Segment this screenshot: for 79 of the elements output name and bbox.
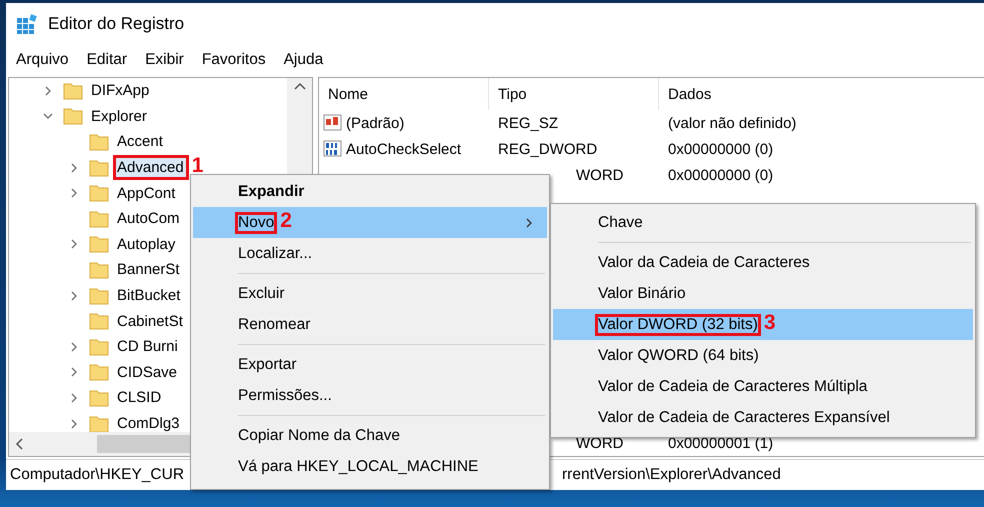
folder-icon bbox=[89, 362, 109, 382]
scroll-up-icon[interactable] bbox=[294, 82, 306, 92]
window-title: Editor do Registro bbox=[48, 14, 184, 34]
step-number: 2 bbox=[280, 209, 292, 230]
tree-item[interactable]: CLSID bbox=[115, 387, 164, 408]
binary-value-icon bbox=[323, 139, 343, 159]
value-name: (Padrão) bbox=[346, 114, 404, 132]
folder-icon bbox=[89, 208, 109, 229]
column-header[interactable]: Nome bbox=[328, 86, 368, 102]
submenu-item[interactable]: Valor Binário bbox=[553, 278, 973, 309]
folder-icon bbox=[89, 260, 109, 280]
tree-item[interactable]: ComDlg3 bbox=[115, 413, 182, 432]
folder-icon bbox=[89, 311, 109, 332]
tree-item[interactable]: CD Burni bbox=[115, 336, 180, 358]
registry-app-icon bbox=[16, 13, 38, 35]
tree-item[interactable]: Accent bbox=[115, 131, 165, 152]
expand-chevron-icon[interactable] bbox=[69, 342, 79, 352]
folder-icon bbox=[89, 336, 109, 357]
menu-bar-item[interactable]: Ajuda bbox=[278, 51, 330, 69]
submenu-item[interactable]: Valor DWORD (32 bits) 3 bbox=[553, 309, 973, 340]
menu-bar-item[interactable]: Editar bbox=[80, 51, 134, 69]
submenu-item[interactable]: Valor de Cadeia de Caracteres Expansível bbox=[553, 402, 973, 433]
value-type: WORD bbox=[576, 166, 624, 184]
collapse-chevron-icon[interactable] bbox=[43, 111, 53, 122]
folder-icon bbox=[89, 158, 109, 178]
expand-chevron-icon[interactable] bbox=[69, 188, 79, 198]
tree-item[interactable]: Autoplay bbox=[115, 234, 178, 255]
expand-chevron-icon[interactable] bbox=[69, 290, 79, 301]
highlight-frame bbox=[235, 212, 278, 234]
folder-icon bbox=[89, 132, 109, 152]
status-path: rrentVersion\Explorer\Advanced bbox=[561, 466, 781, 484]
folder-icon bbox=[63, 80, 83, 101]
context-menu-item[interactable]: Excluir bbox=[193, 278, 547, 309]
tree-item[interactable]: CIDSave bbox=[115, 362, 180, 383]
value-data: (valor não definido) bbox=[668, 114, 796, 132]
step-number: 3 bbox=[764, 311, 776, 332]
context-menu-item[interactable]: Renomear bbox=[193, 309, 547, 340]
submenu-item[interactable]: Valor QWORD (64 bits) bbox=[553, 340, 973, 371]
folder-icon bbox=[89, 183, 109, 204]
string-value-icon bbox=[323, 113, 343, 133]
folder-icon bbox=[89, 234, 109, 254]
tree-item[interactable]: BitBucket bbox=[115, 285, 182, 306]
tree-item[interactable]: BannerSt bbox=[115, 259, 182, 280]
tree-item[interactable]: AutoCom bbox=[115, 208, 182, 230]
submenu-item[interactable]: Chave bbox=[553, 207, 973, 238]
expand-chevron-icon[interactable] bbox=[69, 239, 79, 250]
value-type: REG_SZ bbox=[498, 114, 558, 132]
context-menu-item[interactable]: Localizar... bbox=[193, 238, 547, 269]
menu-bar-item[interactable]: Arquivo bbox=[10, 51, 75, 69]
folder-icon bbox=[89, 286, 109, 306]
value-data: 0x00000000 (0) bbox=[668, 166, 774, 184]
expand-chevron-icon[interactable] bbox=[69, 162, 79, 173]
tree-item[interactable]: CabinetSt bbox=[115, 310, 185, 332]
expand-chevron-icon[interactable] bbox=[43, 86, 53, 96]
expand-chevron-icon[interactable] bbox=[69, 367, 79, 378]
expand-chevron-icon[interactable] bbox=[69, 392, 79, 403]
menu-bar-item[interactable]: Favoritos bbox=[196, 51, 272, 69]
value-type: REG_DWORD bbox=[498, 140, 598, 158]
column-header[interactable]: Tipo bbox=[498, 86, 527, 102]
column-header[interactable]: Dados bbox=[668, 86, 712, 102]
expand-chevron-icon[interactable] bbox=[69, 418, 79, 429]
folder-icon bbox=[63, 106, 83, 126]
context-menu-item[interactable]: Exportar bbox=[193, 349, 547, 380]
submenu-item[interactable]: Valor da Cadeia de Caracteres bbox=[553, 247, 973, 278]
context-menu-item[interactable]: Novo 2 bbox=[193, 207, 547, 238]
folder-icon bbox=[89, 388, 109, 408]
value-data: 0x00000000 (0) bbox=[668, 140, 774, 158]
submenu-item[interactable]: Valor de Cadeia de Caracteres Múltipla bbox=[553, 371, 973, 402]
context-menu-item[interactable]: Copiar Nome da Chave bbox=[193, 420, 547, 451]
tree-item[interactable]: DIFxApp bbox=[89, 80, 152, 102]
context-menu-item[interactable]: Permissões... bbox=[193, 380, 547, 411]
menu-bar-item[interactable]: Exibir bbox=[139, 51, 190, 69]
tree-item[interactable]: AppCont bbox=[115, 182, 178, 204]
tree-item[interactable]: Explorer bbox=[89, 106, 149, 127]
context-menu-item[interactable]: Expandir bbox=[193, 176, 547, 207]
context-menu-item[interactable]: Vá para HKEY_LOCAL_MACHINE bbox=[193, 451, 547, 482]
value-name: AutoCheckSelect bbox=[346, 140, 462, 158]
step-number: 1 bbox=[192, 154, 204, 176]
status-path: Computador\HKEY_CUR bbox=[9, 466, 184, 484]
